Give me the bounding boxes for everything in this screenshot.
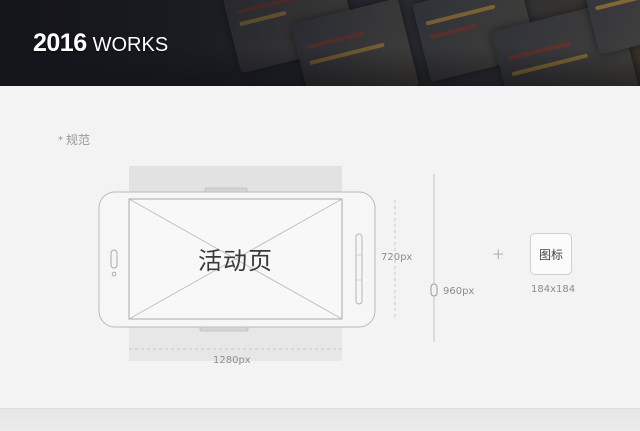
phone-bottom-button	[199, 326, 249, 332]
page-label: 活动页	[198, 247, 273, 275]
icon-size-label: 184x184	[531, 284, 576, 295]
spec-diagram	[98, 166, 438, 361]
width-label: 1280px	[213, 355, 251, 366]
footer-band	[0, 408, 640, 431]
icon-label: 图标	[538, 247, 563, 262]
screen-height-marker	[430, 283, 438, 297]
icon-sample-box: 图标	[530, 233, 572, 275]
height-label: 720px	[381, 252, 413, 263]
phone-top-button	[204, 187, 248, 193]
screen-height-label: 960px	[443, 286, 475, 297]
plus-icon: +	[492, 245, 505, 263]
